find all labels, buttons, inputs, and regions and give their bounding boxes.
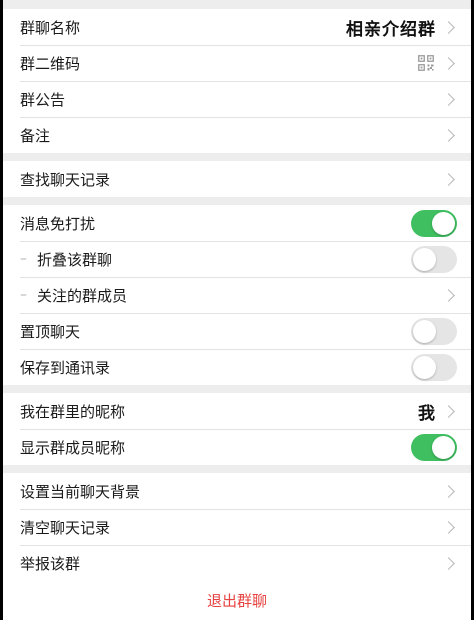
mute-toggle[interactable] bbox=[411, 209, 457, 237]
mute-label: 消息免打扰 bbox=[20, 214, 96, 233]
chat-info-screen: 群聊名称 相亲介绍群 群二维码 群公告 备注 查找聊天记录 消息免打扰 – 折叠… bbox=[3, 0, 471, 620]
toggle-knob bbox=[432, 435, 455, 459]
clear-history-label: 清空聊天记录 bbox=[20, 518, 111, 537]
remark-row[interactable]: 备注 bbox=[3, 117, 471, 153]
chevron-right-icon bbox=[442, 484, 455, 498]
save-contacts-row: 保存到通讯录 bbox=[3, 349, 471, 385]
group-basic-settings: 群聊名称 相亲介绍群 群二维码 群公告 备注 bbox=[3, 9, 471, 153]
group-search: 查找聊天记录 bbox=[3, 161, 471, 197]
chevron-right-icon bbox=[442, 92, 455, 106]
fold-row: – 折叠该群聊 bbox=[3, 241, 471, 277]
pin-chat-label: 置顶聊天 bbox=[20, 322, 81, 341]
show-nicknames-toggle[interactable] bbox=[411, 433, 457, 461]
exit-group-button[interactable]: 退出群聊 bbox=[3, 581, 471, 620]
report-group-label: 举报该群 bbox=[20, 554, 81, 573]
toggle-knob bbox=[413, 355, 436, 379]
followed-members-label: 关注的群成员 bbox=[37, 286, 128, 305]
chevron-right-icon bbox=[442, 520, 455, 534]
fold-toggle[interactable] bbox=[411, 245, 457, 273]
save-contacts-label: 保存到通讯录 bbox=[20, 358, 111, 377]
toggle-knob bbox=[432, 211, 455, 235]
show-nicknames-row: 显示群成员昵称 bbox=[3, 429, 471, 465]
chat-background-row[interactable]: 设置当前聊天背景 bbox=[3, 473, 471, 509]
sub-item-dash: – bbox=[20, 287, 27, 303]
chevron-right-icon bbox=[442, 20, 455, 34]
clear-history-row[interactable]: 清空聊天记录 bbox=[3, 509, 471, 545]
toggle-knob bbox=[413, 319, 436, 343]
pin-chat-row: 置顶聊天 bbox=[3, 313, 471, 349]
group-name-value: 相亲介绍群 bbox=[346, 19, 436, 40]
section-gap bbox=[3, 197, 471, 205]
group-nickname-settings: 我在群里的昵称 我 显示群成员昵称 bbox=[3, 393, 471, 465]
chevron-right-icon bbox=[442, 128, 455, 142]
chevron-right-icon bbox=[442, 404, 455, 418]
chat-background-label: 设置当前聊天背景 bbox=[20, 482, 141, 501]
remark-label: 备注 bbox=[20, 126, 51, 145]
save-contacts-toggle[interactable] bbox=[411, 353, 457, 381]
mute-row: 消息免打扰 bbox=[3, 205, 471, 241]
group-name-label: 群聊名称 bbox=[20, 18, 81, 37]
pin-chat-toggle[interactable] bbox=[411, 317, 457, 345]
group-notification-settings: 消息免打扰 – 折叠该群聊 – 关注的群成员 置顶聊天 保存到通讯录 bbox=[3, 205, 471, 385]
my-nickname-label: 我在群里的昵称 bbox=[20, 402, 126, 421]
report-group-row[interactable]: 举报该群 bbox=[3, 545, 471, 581]
chevron-right-icon bbox=[442, 172, 455, 186]
toggle-knob bbox=[413, 247, 436, 271]
sub-item-dash: – bbox=[20, 251, 27, 267]
group-name-row[interactable]: 群聊名称 相亲介绍群 bbox=[3, 9, 471, 45]
my-nickname-value: 我 bbox=[418, 403, 436, 424]
my-nickname-row[interactable]: 我在群里的昵称 我 bbox=[3, 393, 471, 429]
group-qr-label: 群二维码 bbox=[20, 54, 81, 73]
search-history-label: 查找聊天记录 bbox=[20, 170, 111, 189]
chevron-right-icon bbox=[442, 56, 455, 70]
search-history-row[interactable]: 查找聊天记录 bbox=[3, 161, 471, 197]
section-gap bbox=[3, 465, 471, 473]
section-gap bbox=[3, 385, 471, 393]
show-nicknames-label: 显示群成员昵称 bbox=[20, 438, 126, 457]
chevron-right-icon bbox=[442, 288, 455, 302]
followed-members-row[interactable]: – 关注的群成员 bbox=[3, 277, 471, 313]
group-notice-label: 群公告 bbox=[20, 90, 66, 109]
top-gap bbox=[3, 0, 471, 9]
qr-code-icon bbox=[418, 55, 434, 71]
chevron-right-icon bbox=[442, 556, 455, 570]
group-qr-row[interactable]: 群二维码 bbox=[3, 45, 471, 81]
section-gap bbox=[3, 153, 471, 161]
group-misc-settings: 设置当前聊天背景 清空聊天记录 举报该群 bbox=[3, 473, 471, 581]
fold-label: 折叠该群聊 bbox=[37, 250, 113, 269]
group-notice-row[interactable]: 群公告 bbox=[3, 81, 471, 117]
